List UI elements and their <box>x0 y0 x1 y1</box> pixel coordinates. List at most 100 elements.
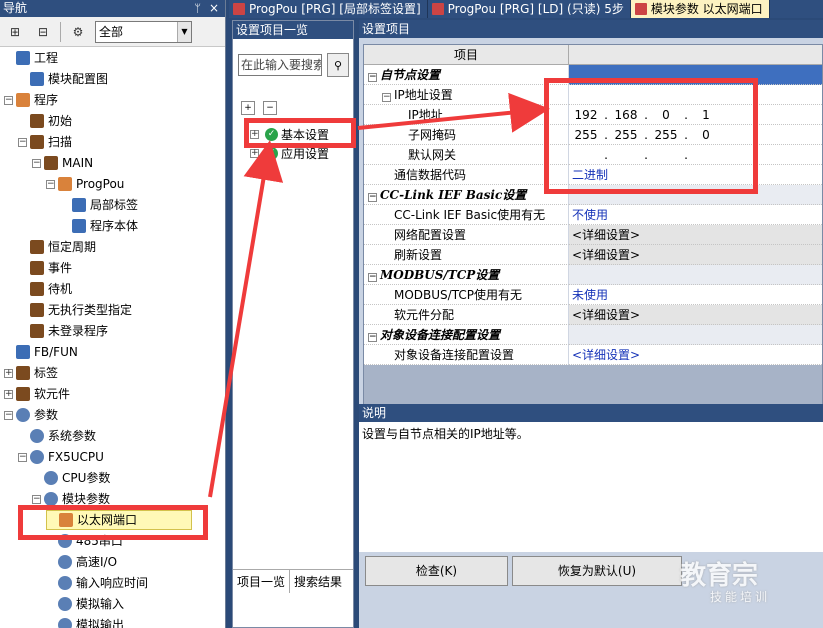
setting-value[interactable]: 255. 255. 255. 0 <box>569 125 822 145</box>
filter-select[interactable]: 全部 ▼ <box>95 20 192 43</box>
ip-octet-field[interactable]: 0 <box>652 105 680 125</box>
expand-toggle-icon[interactable]: − <box>32 158 41 168</box>
ip-octet-field[interactable]: 255 <box>612 125 640 145</box>
settings-group-row[interactable]: − MODBUS/TCP设置 <box>364 265 822 285</box>
setting-value[interactable]: 二进制 <box>569 165 822 185</box>
tree-item[interactable]: 事件 <box>18 258 72 278</box>
check-button[interactable]: 检查(K) <box>365 556 508 586</box>
tree-item[interactable]: 待机 <box>18 279 72 299</box>
expand-toggle-icon[interactable]: − <box>46 179 55 189</box>
tree-item[interactable]: 高速I/O <box>46 552 117 572</box>
settings-list-tools: + − <box>241 101 277 115</box>
ip-octet-field[interactable]: 255 <box>652 125 680 145</box>
tree-item[interactable]: − MAIN <box>32 153 93 173</box>
tree-item[interactable]: 以太网端口 <box>46 510 192 530</box>
restore-default-button[interactable]: 恢复为默认(U) <box>512 556 682 586</box>
tab-item-list[interactable]: 项目一览 <box>233 570 291 593</box>
expand-toggle-icon[interactable]: − <box>32 494 41 504</box>
collapse-tree-icon[interactable]: ⊟ <box>32 22 54 42</box>
ip-octet-field[interactable]: 255 <box>572 125 600 145</box>
tree-item[interactable]: + 软元件 <box>4 384 70 404</box>
expand-tree-icon[interactable]: ⊞ <box>4 22 26 42</box>
expand-toggle-icon[interactable]: + <box>4 368 13 378</box>
tree-item[interactable]: 系统参数 <box>18 426 96 446</box>
expand-toggle-icon[interactable]: − <box>368 193 377 202</box>
tree-item[interactable]: 未登录程序 <box>18 321 108 341</box>
gear-icon[interactable]: ⚙ <box>67 22 89 42</box>
settings-row[interactable]: −CC-Link IEF Basic使用有无不使用 <box>364 205 822 225</box>
tree-item[interactable]: 无执行类型指定 <box>18 300 132 320</box>
ip-octet-field[interactable]: 1 <box>692 105 720 125</box>
settings-group-row[interactable]: − CC-Link IEF Basic设置 <box>364 185 822 205</box>
expand-toggle-icon[interactable]: − <box>368 333 377 342</box>
tree-item[interactable]: 模拟输入 <box>46 594 124 614</box>
settings-row[interactable]: −子网掩码255.255.255.0 <box>364 125 822 145</box>
tree-item[interactable]: − 参数 <box>4 405 58 425</box>
settings-row[interactable]: −网络配置设置<详细设置> <box>364 225 822 245</box>
collapse-all-icon[interactable]: − <box>263 101 277 115</box>
expand-all-icon[interactable]: + <box>241 101 255 115</box>
tree-item[interactable]: CPU参数 <box>32 468 110 488</box>
expand-toggle-icon[interactable]: − <box>368 273 377 282</box>
expand-toggle-icon[interactable]: − <box>18 137 27 147</box>
tree-item[interactable]: 输入响应时间 <box>46 573 148 593</box>
tree-item[interactable]: 模拟输出 <box>46 615 124 628</box>
settings-row[interactable]: − IP地址设置 <box>364 85 822 105</box>
tree-item[interactable]: + 标签 <box>4 363 58 383</box>
binoculars-icon[interactable]: ⚲ <box>327 53 349 77</box>
settings-row[interactable]: −刷新设置<详细设置> <box>364 245 822 265</box>
tree-item[interactable]: 局部标签 <box>60 195 138 215</box>
ip-octet-field[interactable]: 192 <box>572 105 600 125</box>
settings-list-item[interactable]: + ✓ 应用设置 <box>250 144 329 163</box>
settings-row[interactable]: −MODBUS/TCP使用有无未使用 <box>364 285 822 305</box>
expand-toggle-icon[interactable]: − <box>18 452 27 462</box>
navigation-title: 导航 <box>3 1 28 15</box>
tree-item[interactable]: 恒定周期 <box>18 237 96 257</box>
tree-item[interactable]: − FX5UCPU <box>18 447 104 467</box>
expand-toggle-icon[interactable]: − <box>368 73 377 82</box>
tree-item[interactable]: 485串口 <box>46 531 123 551</box>
settings-row[interactable]: −对象设备连接配置设置<详细设置> <box>364 345 822 365</box>
setting-value[interactable]: <详细设置> <box>569 345 822 365</box>
ip-octet-field[interactable]: 0 <box>692 125 720 145</box>
tree-item[interactable]: FB/FUN <box>4 342 78 362</box>
tree-item[interactable]: 初始 <box>18 111 72 131</box>
setting-value[interactable]: 192. 168. 0. 1 <box>569 105 822 125</box>
expand-toggle-icon[interactable]: + <box>4 389 13 399</box>
tree-item[interactable]: − ProgPou <box>46 174 124 194</box>
tree-item[interactable]: − 模块参数 <box>32 489 110 509</box>
tab-document[interactable]: ProgPou [PRG] [LD] (只读) 5步 <box>428 0 631 18</box>
settings-row[interactable]: −IP地址192. 168. 0. 1 <box>364 105 822 125</box>
ip-octet-field[interactable]: 168 <box>612 105 640 125</box>
expand-toggle-icon[interactable]: + <box>250 149 259 158</box>
tree-item[interactable]: − 扫描 <box>18 132 72 152</box>
settings-list-item[interactable]: + ✓ 基本设置 <box>250 125 329 144</box>
settings-row[interactable]: −软元件分配<详细设置> <box>364 305 822 325</box>
expand-toggle-icon[interactable]: − <box>4 95 13 105</box>
tab-document[interactable]: 模块参数 以太网端口 <box>630 0 770 18</box>
chevron-down-icon[interactable]: ▼ <box>177 21 191 42</box>
close-icon[interactable]: × <box>209 0 219 17</box>
tree-item[interactable]: 程序本体 <box>60 216 138 236</box>
settings-group-row[interactable]: − 对象设备连接配置设置 <box>364 325 822 345</box>
setting-value[interactable]: 不使用 <box>569 205 822 225</box>
tree-item[interactable]: − 程序 <box>4 90 58 110</box>
setting-value[interactable]: <详细设置> <box>569 225 822 245</box>
settings-group-row[interactable]: − 自节点设置 <box>364 65 822 85</box>
tree-item[interactable]: 模块配置图 <box>18 69 108 89</box>
setting-value[interactable]: ... <box>569 145 822 165</box>
tree-item[interactable]: 工程 <box>4 48 58 68</box>
settings-row[interactable]: −通信数据代码二进制 <box>364 165 822 185</box>
search-input[interactable]: 在此输入要搜索 <box>238 54 322 76</box>
document-icon <box>431 3 444 15</box>
settings-row[interactable]: −默认网关... <box>364 145 822 165</box>
setting-value[interactable]: <详细设置> <box>569 245 822 265</box>
setting-value[interactable]: 未使用 <box>569 285 822 305</box>
tab-document[interactable]: ProgPou [PRG] [局部标签设置] <box>229 0 428 18</box>
pin-icon[interactable]: ᛘ <box>194 0 201 17</box>
expand-toggle-icon[interactable]: − <box>4 410 13 420</box>
tab-search-results[interactable]: 搜索结果 <box>290 570 346 593</box>
expand-toggle-icon[interactable]: − <box>382 93 391 102</box>
expand-toggle-icon[interactable]: + <box>250 130 259 139</box>
setting-value[interactable]: <详细设置> <box>569 305 822 325</box>
